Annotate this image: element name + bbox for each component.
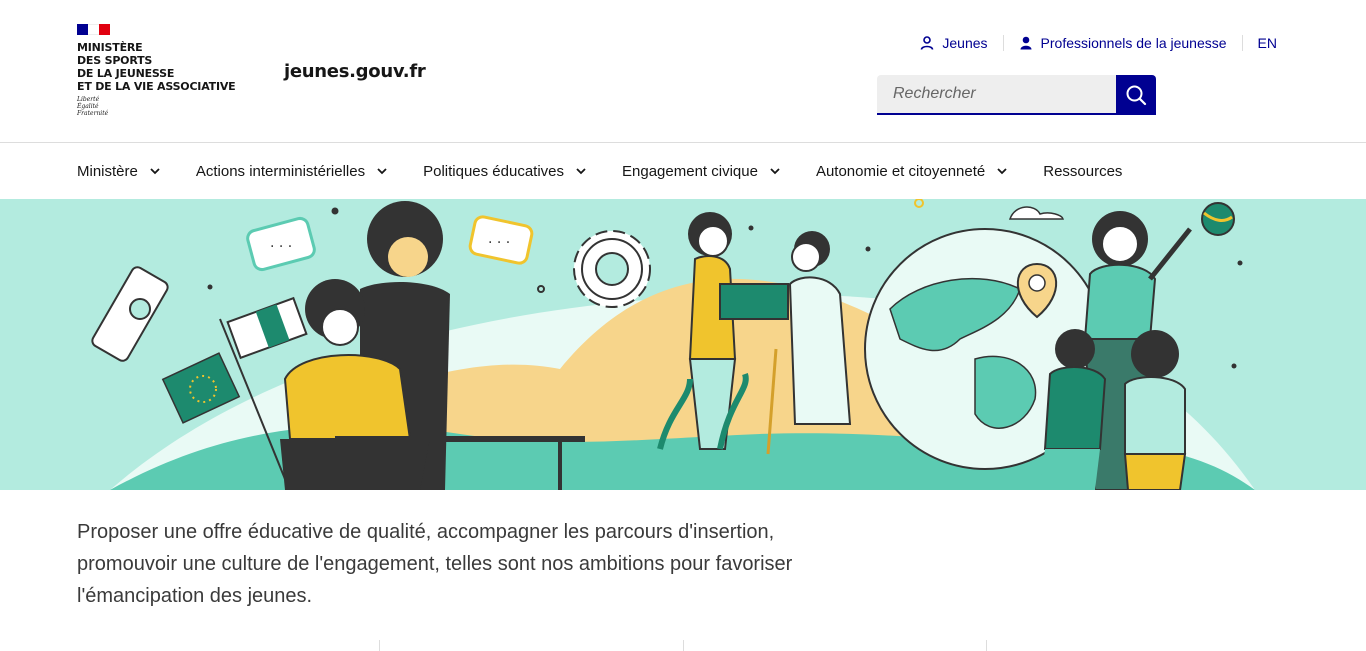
language-switch-en[interactable]: EN [1241, 35, 1277, 51]
topic-card[interactable] [987, 640, 1289, 651]
ministry-logo[interactable]: Ministère des sports de la jeunesse et d… [77, 24, 257, 117]
nav-item-ressources[interactable]: Ressources [1043, 163, 1122, 180]
nav-item-label: Ministère [77, 163, 138, 180]
nav-item-autonomie-citoyennete[interactable]: Autonomie et citoyenneté [816, 163, 1007, 180]
family-illustration [1040, 211, 1192, 490]
republic-motto: Liberté Égalité Fraternité [77, 96, 109, 117]
quick-link-professionnels[interactable]: Professionnels de la jeunesse [1002, 35, 1242, 51]
chevron-down-icon [770, 168, 780, 175]
main-navigation: Ministère Actions interministérielles Po… [0, 144, 1366, 199]
site-header: Ministère des sports de la jeunesse et d… [0, 0, 1366, 143]
user-filled-icon [1020, 36, 1032, 50]
quick-link-label: Jeunes [942, 35, 988, 51]
nav-item-label: Ressources [1043, 163, 1123, 180]
topic-card[interactable] [380, 640, 684, 651]
topic-cards-row [77, 640, 1289, 651]
topic-card[interactable] [77, 640, 381, 651]
user-outline-icon [921, 36, 934, 50]
diploma-illustration [91, 266, 169, 362]
quick-link-label: Professionnels de la jeunesse [1040, 35, 1227, 51]
search-icon [1126, 85, 1147, 106]
quick-access-links: Jeunes Professionnels de la jeunesse EN [905, 33, 1277, 53]
topic-card[interactable] [684, 640, 987, 651]
hero-illustration-svg: · · · · · · [91, 199, 1255, 490]
marianne-flag-icon [77, 24, 110, 35]
chevron-down-icon [150, 168, 160, 175]
intro-paragraph: Proposer une offre éducative de qualité,… [77, 521, 793, 607]
svg-text:· · ·: · · · [488, 235, 510, 251]
quick-link-jeunes[interactable]: Jeunes [905, 35, 1002, 51]
chevron-down-icon [377, 168, 387, 175]
nav-item-actions-interministerielles[interactable]: Actions interministérielles [196, 163, 387, 180]
cloud-illustration [1008, 206, 1064, 220]
nav-item-engagement-civique[interactable]: Engagement civique [622, 163, 780, 180]
nav-item-label: Engagement civique [622, 163, 758, 180]
nav-item-politiques-educatives[interactable]: Politiques éducatives [423, 163, 586, 180]
search-button[interactable] [1116, 75, 1156, 115]
chevron-down-icon [576, 168, 586, 175]
ministry-name: Ministère des sports de la jeunesse et d… [77, 41, 236, 93]
search-bar [877, 75, 1156, 115]
quick-link-label: EN [1257, 35, 1277, 51]
hero-illustration: · · · · · · [0, 199, 1366, 490]
nav-item-label: Politiques éducatives [423, 163, 565, 180]
nav-item-label: Autonomie et citoyenneté [815, 163, 986, 180]
svg-text:· · ·: · · · [270, 239, 292, 255]
nav-item-label: Actions interministérielles [195, 163, 366, 180]
site-name-link[interactable]: jeunes.gouv.fr [284, 61, 426, 82]
gear-illustration [573, 230, 651, 308]
ball-illustration [1201, 202, 1235, 236]
chevron-down-icon [997, 168, 1007, 175]
nav-item-ministere[interactable]: Ministère [77, 163, 160, 180]
search-input[interactable] [877, 75, 1116, 115]
